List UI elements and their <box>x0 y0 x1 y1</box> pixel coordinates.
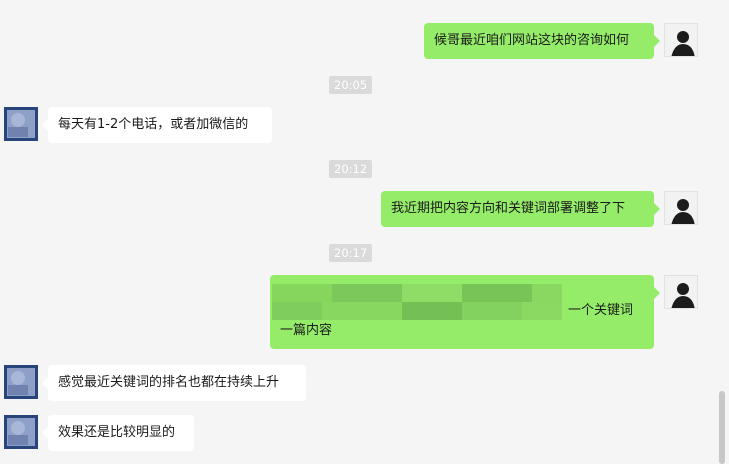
message-text: 一个关键词 <box>567 303 633 318</box>
contact-avatar[interactable] <box>4 107 38 141</box>
message-text: 一篇内容 <box>280 323 333 338</box>
chat-window: 候哥最近咱们网站这块的咨询如何 20:05 每天有1-2个电话，或者加微信的 2… <box>0 0 729 464</box>
timestamp: 20:12 <box>329 160 373 178</box>
contact-avatar[interactable] <box>4 415 38 449</box>
contact-avatar[interactable] <box>4 365 38 399</box>
timestamp: 20:05 <box>329 76 373 94</box>
my-avatar[interactable] <box>664 275 698 309</box>
my-avatar[interactable] <box>664 191 698 225</box>
message-bubble-sent[interactable]: 我近期把内容方向和关键词部署调整了下 <box>381 191 660 227</box>
vertical-scrollbar[interactable] <box>719 391 725 464</box>
message-bubble-sent[interactable]: 候哥最近咱们网站这块的咨询如何 <box>424 23 660 59</box>
message-bubble-received[interactable]: 每天有1-2个电话，或者加微信的 <box>42 107 272 143</box>
message-bubble-received[interactable]: 感觉最近关键词的排名也都在持续上升 <box>42 365 306 401</box>
timestamp: 20:17 <box>329 244 373 262</box>
my-avatar[interactable] <box>664 23 698 57</box>
message-bubble-received[interactable]: 效果还是比较明显的 <box>42 415 194 451</box>
